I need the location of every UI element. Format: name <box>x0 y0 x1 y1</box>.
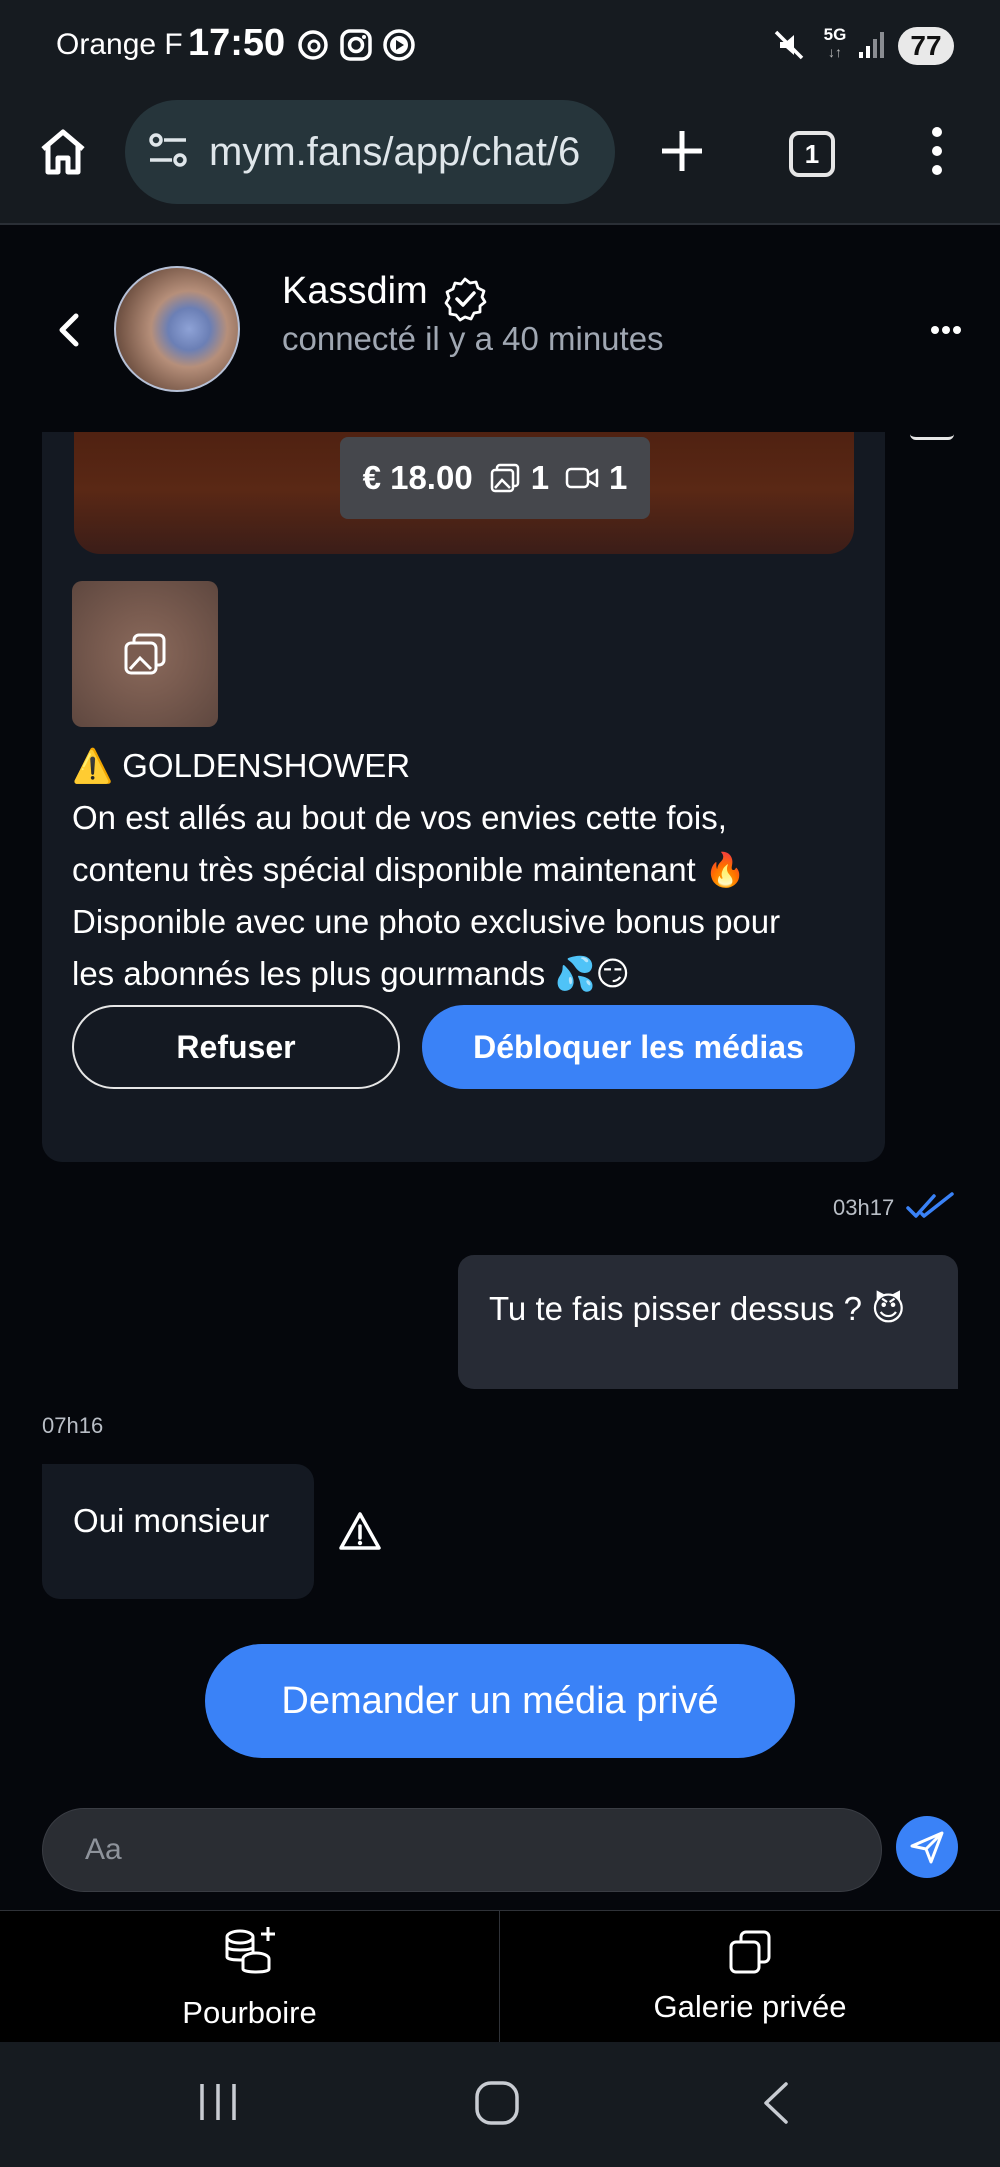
contact-avatar[interactable] <box>114 266 240 392</box>
message-text: Tu te fais pisser dessus ? 😈 <box>489 1290 906 1327</box>
site-settings-icon[interactable] <box>146 129 190 173</box>
chat-thread[interactable]: € 18.00 1 1 ⚠️ GOLDENSHOWER On est allés… <box>0 432 1000 1808</box>
blurred-photo-thumbnail[interactable] <box>72 581 218 727</box>
more-horiz-icon[interactable] <box>930 324 962 336</box>
system-navigation-bar <box>0 2042 1000 2167</box>
clock: 17:50 <box>188 22 286 64</box>
verified-badge-icon <box>444 277 487 322</box>
tip-label: Pourboire <box>182 1995 317 2030</box>
browser-toolbar: mym.fans/app/chat/6 1 <box>0 95 1000 225</box>
gallery-copy-icon <box>729 1930 771 1974</box>
offer-line: Disponible avec une photo exclusive bonu… <box>72 903 781 940</box>
photo-count: 1 <box>530 459 550 496</box>
play-circle-icon <box>383 29 415 61</box>
request-private-media-button[interactable]: Demander un média privé <box>205 1644 795 1758</box>
unlock-media-button[interactable]: Débloquer les médias <box>422 1005 855 1089</box>
tab-switcher-button[interactable]: 1 <box>789 131 835 177</box>
threads-icon <box>298 30 328 60</box>
url-text[interactable]: mym.fans/app/chat/6 <box>209 130 580 175</box>
outgoing-message-bubble[interactable]: Tu te fais pisser dessus ? 😈 <box>458 1255 958 1389</box>
contact-name[interactable]: Kassdim <box>282 270 428 313</box>
carrier-name: Orange F <box>56 28 183 61</box>
message-text: Oui monsieur <box>73 1502 270 1539</box>
home-icon[interactable] <box>38 127 88 177</box>
contact-status: connecté il y a 40 minutes <box>282 320 664 357</box>
double-check-icon <box>906 1192 954 1218</box>
send-button[interactable] <box>896 1816 958 1878</box>
message-composer <box>0 1808 1000 1910</box>
offer-price: € 18.00 <box>362 459 473 496</box>
recent-apps-icon[interactable] <box>196 2080 240 2124</box>
offer-title: ⚠️ GOLDENSHOWER <box>72 747 411 784</box>
offer-message-text: ⚠️ GOLDENSHOWER On est allés au bout de … <box>72 740 862 1000</box>
incoming-message-bubble[interactable]: Oui monsieur <box>42 1464 314 1599</box>
chat-header: Kassdim connecté il y a 40 minutes <box>0 226 1000 432</box>
network-indicator: 5G ↓↑ <box>823 25 847 60</box>
message-timestamp: 03h17 <box>833 1195 895 1220</box>
home-button-icon[interactable] <box>473 2079 521 2127</box>
signal-icon <box>859 32 884 58</box>
paid-media-offer-bubble: € 18.00 1 1 ⚠️ GOLDENSHOWER On est allés… <box>42 432 885 1162</box>
status-bar: Orange F 17:50 5G ↓↑ 77 <box>0 0 1000 95</box>
price-badge: € 18.00 1 1 <box>340 437 650 519</box>
scroll-to-bottom-handle[interactable] <box>910 432 954 440</box>
message-timestamp: 07h16 <box>42 1413 104 1438</box>
offer-line: On est allés au bout de vos envies cette… <box>72 799 727 836</box>
report-warning-icon[interactable] <box>338 1510 382 1554</box>
mute-icon <box>774 30 804 60</box>
battery-indicator: 77 <box>898 27 954 65</box>
tip-button[interactable]: Pourboire <box>0 1911 500 2043</box>
message-input[interactable] <box>42 1808 882 1892</box>
photo-stack-icon <box>124 633 166 675</box>
network-type: 5G <box>823 25 847 44</box>
offer-line: contenu très spécial disponible maintena… <box>72 851 746 888</box>
video-count: 1 <box>609 459 628 496</box>
instagram-icon <box>340 29 372 61</box>
chat-actions-bar: Pourboire Galerie privée <box>0 1910 1000 2043</box>
private-gallery-button[interactable]: Galerie privée <box>500 1911 1000 2043</box>
refuse-button[interactable]: Refuser <box>72 1005 400 1089</box>
gallery-label: Galerie privée <box>653 1989 847 2024</box>
photo-stack-icon <box>490 463 519 493</box>
new-tab-icon[interactable] <box>658 127 706 175</box>
back-chevron-icon[interactable] <box>54 310 84 350</box>
locked-media-preview[interactable]: € 18.00 1 1 <box>74 432 854 554</box>
send-icon <box>910 1831 944 1864</box>
system-back-icon[interactable] <box>760 2080 792 2126</box>
offer-line: les abonnés les plus gourmands 💦😏 <box>72 955 630 992</box>
video-camera-icon <box>565 467 599 489</box>
more-vert-icon[interactable] <box>924 125 950 177</box>
url-bar[interactable]: mym.fans/app/chat/6 <box>125 100 615 204</box>
coins-plus-icon <box>225 1927 275 1974</box>
